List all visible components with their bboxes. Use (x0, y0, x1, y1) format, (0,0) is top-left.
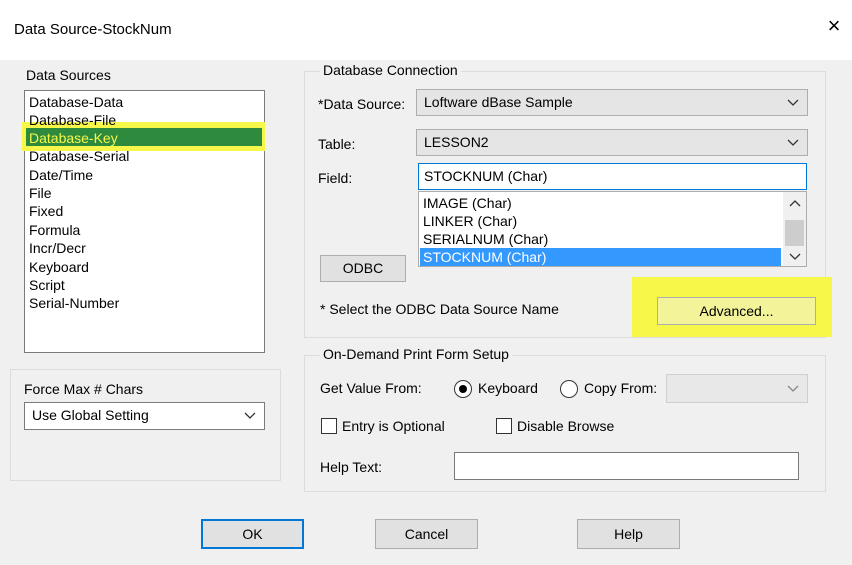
list-item-file[interactable]: File (29, 184, 52, 202)
data-source-label: *Data Source: (318, 96, 406, 112)
data-sources-listbox[interactable]: Database-Data Database-File Database-Key… (22, 90, 265, 353)
scroll-down-icon[interactable] (789, 250, 801, 262)
copy-from-radio[interactable] (560, 380, 578, 398)
chevron-down-icon (244, 412, 256, 419)
field-option-serialnum[interactable]: SERIALNUM (Char) (423, 231, 548, 247)
list-item-serial-number[interactable]: Serial-Number (29, 294, 119, 312)
odbc-button[interactable]: ODBC (320, 255, 406, 282)
keyboard-radio[interactable] (454, 380, 472, 398)
list-item-database-key[interactable]: Database-Key (29, 129, 118, 147)
disable-browse-checkbox[interactable] (496, 418, 512, 434)
field-label: Field: (318, 170, 353, 186)
odbc-note: * Select the ODBC Data Source Name (320, 301, 559, 317)
list-item-database-data[interactable]: Database-Data (29, 93, 123, 111)
field-input[interactable]: STOCKNUM (Char) (418, 163, 807, 190)
list-item-script[interactable]: Script (29, 276, 65, 294)
window-title: Data Source-StockNum (14, 21, 172, 38)
help-text-input[interactable] (454, 452, 799, 480)
field-option-linker[interactable]: LINKER (Char) (423, 213, 517, 229)
data-source-select[interactable]: Loftware dBase Sample (416, 89, 808, 116)
list-item-database-serial[interactable]: Database-Serial (29, 147, 129, 165)
list-item-keyboard[interactable]: Keyboard (29, 258, 89, 276)
chevron-down-icon (787, 99, 799, 106)
db-connection-label: Database Connection (320, 62, 461, 78)
list-item-date-time[interactable]: Date/Time (29, 166, 93, 184)
disable-browse-label: Disable Browse (517, 418, 615, 434)
force-max-value: Use Global Setting (32, 407, 149, 423)
field-option-image[interactable]: IMAGE (Char) (423, 195, 512, 211)
help-text-label: Help Text: (320, 459, 382, 475)
list-item-incr-decr[interactable]: Incr/Decr (29, 239, 86, 257)
cancel-button[interactable]: Cancel (375, 519, 478, 549)
scroll-thumb[interactable] (785, 220, 804, 246)
get-value-label: Get Value From: (320, 380, 422, 396)
ok-button[interactable]: OK (201, 519, 304, 549)
list-item-fixed[interactable]: Fixed (29, 202, 63, 220)
field-input-value: STOCKNUM (Char) (424, 168, 548, 184)
field-option-stocknum[interactable]: STOCKNUM (Char) (423, 249, 546, 265)
copy-from-label: Copy From: (584, 380, 658, 396)
help-button[interactable]: Help (577, 519, 680, 549)
table-select[interactable]: LESSON2 (416, 129, 808, 156)
data-sources-label: Data Sources (26, 67, 111, 83)
entry-optional-checkbox[interactable] (321, 418, 337, 434)
field-dropdown-list[interactable]: IMAGE (Char) LINKER (Char) SERIALNUM (Ch… (418, 191, 807, 267)
advanced-button[interactable]: Advanced... (657, 297, 816, 325)
list-item-database-file[interactable]: Database-File (29, 111, 116, 129)
table-label: Table: (318, 136, 356, 152)
on-demand-label: On-Demand Print Form Setup (320, 346, 512, 362)
chevron-down-icon (787, 385, 799, 392)
copy-from-select[interactable] (666, 374, 808, 403)
keyboard-radio-label: Keyboard (478, 380, 538, 396)
close-icon[interactable]: × (822, 14, 846, 38)
chevron-down-icon (787, 139, 799, 146)
radio-selected-dot (459, 385, 467, 393)
entry-optional-label: Entry is Optional (342, 418, 445, 434)
field-list-scrollbar[interactable] (783, 192, 806, 266)
scroll-up-icon[interactable] (789, 198, 801, 210)
force-max-select[interactable]: Use Global Setting (24, 402, 265, 430)
table-value: LESSON2 (424, 134, 489, 150)
data-source-value: Loftware dBase Sample (424, 94, 573, 110)
force-max-label: Force Max # Chars (24, 381, 144, 397)
list-item-formula[interactable]: Formula (29, 221, 80, 239)
